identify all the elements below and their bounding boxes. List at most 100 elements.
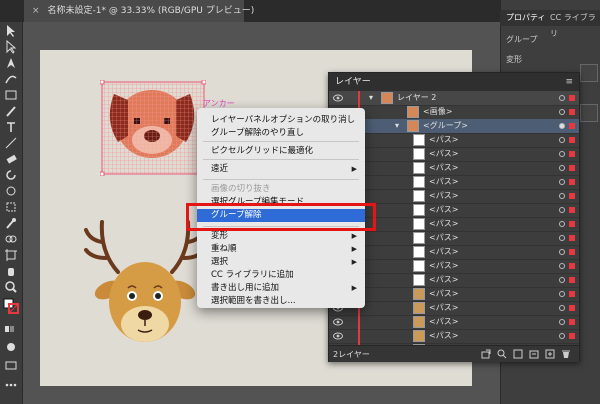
- document-tab[interactable]: × 名称未設定-1* @ 33.33% (RGB/GPU プレビュー): [24, 0, 254, 22]
- selection-indicator[interactable]: [569, 333, 575, 339]
- context-menu-item[interactable]: 遠近 ▶: [197, 163, 365, 176]
- trash-icon[interactable]: [561, 349, 571, 359]
- target-circle-icon[interactable]: [559, 291, 565, 297]
- new-sublayer-icon[interactable]: [529, 349, 539, 359]
- layer-row[interactable]: ▾ <グループ>: [329, 119, 579, 134]
- layer-row[interactable]: <パス>: [329, 189, 579, 204]
- type-tool-icon[interactable]: [4, 120, 18, 134]
- selection-indicator[interactable]: [569, 95, 575, 101]
- selection-indicator[interactable]: [569, 109, 575, 115]
- new-layer-icon[interactable]: [545, 349, 555, 359]
- color-mode-icon[interactable]: [4, 322, 18, 336]
- target-circle-icon[interactable]: [559, 263, 565, 269]
- expand-toggle-icon[interactable]: ▾: [395, 119, 399, 133]
- layer-row[interactable]: <パス>: [329, 315, 579, 330]
- selection-indicator[interactable]: [569, 137, 575, 143]
- hand-tool-icon[interactable]: [4, 264, 18, 278]
- layer-row[interactable]: <パス>: [329, 329, 579, 344]
- brush-tool-icon[interactable]: [4, 104, 18, 118]
- direct-selection-tool-icon[interactable]: [4, 39, 18, 54]
- target-circle-icon[interactable]: [559, 179, 565, 185]
- close-tab-icon[interactable]: ×: [32, 6, 40, 16]
- context-menu-item[interactable]: 重ね順 ▶: [197, 243, 365, 256]
- context-menu-item[interactable]: CC ライブラリに追加: [197, 269, 365, 282]
- warp-tool-icon[interactable]: [4, 184, 18, 198]
- selection-indicator[interactable]: [569, 221, 575, 227]
- target-circle-icon[interactable]: [559, 95, 565, 101]
- target-circle-icon[interactable]: [559, 109, 565, 115]
- context-menu-item[interactable]: 書き出し用に追加 ▶: [197, 282, 365, 295]
- layer-row[interactable]: <パス>: [329, 273, 579, 288]
- selection-indicator[interactable]: [569, 263, 575, 269]
- target-circle-icon[interactable]: [559, 123, 565, 129]
- deer-artwork[interactable]: [80, 212, 210, 362]
- dog-pixel-artwork[interactable]: [100, 80, 206, 176]
- target-circle-icon[interactable]: [559, 137, 565, 143]
- target-circle-icon[interactable]: [559, 207, 565, 213]
- eyedropper-tool-icon[interactable]: [4, 216, 18, 230]
- fill-stroke-icon[interactable]: [3, 298, 19, 314]
- selection-indicator[interactable]: [569, 207, 575, 213]
- locate-object-icon[interactable]: [497, 349, 507, 359]
- free-transform-tool-icon[interactable]: [4, 200, 18, 214]
- layer-row[interactable]: <パス>: [329, 287, 579, 302]
- target-circle-icon[interactable]: [559, 277, 565, 283]
- blend-tool-icon[interactable]: [4, 232, 18, 246]
- selection-indicator[interactable]: [569, 277, 575, 283]
- layer-row[interactable]: <パス>: [329, 231, 579, 246]
- selection-indicator[interactable]: [569, 291, 575, 297]
- selection-indicator[interactable]: [569, 319, 575, 325]
- context-menu-item[interactable]: 変形 ▶: [197, 230, 365, 243]
- eraser-tool-icon[interactable]: [4, 152, 18, 166]
- context-menu-item[interactable]: レイヤーパネルオプションの取り消し: [197, 114, 365, 127]
- pen-tool-icon[interactable]: [4, 56, 18, 70]
- layer-row[interactable]: <パス>: [329, 301, 579, 316]
- layer-row[interactable]: ▾ レイヤー 2: [329, 91, 579, 106]
- visibility-eye-icon[interactable]: [333, 332, 343, 340]
- layer-row[interactable]: <パス>: [329, 147, 579, 162]
- target-circle-icon[interactable]: [559, 151, 565, 157]
- rotate-tool-icon[interactable]: [4, 168, 18, 182]
- target-circle-icon[interactable]: [559, 305, 565, 311]
- target-circle-icon[interactable]: [559, 193, 565, 199]
- layer-row[interactable]: <パス>: [329, 175, 579, 190]
- export-icon[interactable]: [481, 349, 491, 359]
- target-circle-icon[interactable]: [559, 221, 565, 227]
- layer-row[interactable]: <パス>: [329, 161, 579, 176]
- selection-tool-icon[interactable]: [4, 24, 18, 38]
- selection-indicator[interactable]: [569, 235, 575, 241]
- target-circle-icon[interactable]: [559, 235, 565, 241]
- selection-indicator[interactable]: [569, 179, 575, 185]
- draw-mode-icon[interactable]: [4, 340, 18, 354]
- context-menu-item[interactable]: 選択範囲を書き出し...: [197, 295, 365, 308]
- expand-toggle-icon[interactable]: ▾: [369, 91, 373, 105]
- clipping-mask-icon[interactable]: [513, 349, 523, 359]
- curvature-tool-icon[interactable]: [4, 72, 18, 86]
- visibility-eye-icon[interactable]: [333, 94, 343, 102]
- context-menu-item[interactable]: 選択 ▶: [197, 256, 365, 269]
- selection-indicator[interactable]: [569, 165, 575, 171]
- zoom-tool-icon[interactable]: [4, 280, 18, 294]
- target-circle-icon[interactable]: [559, 319, 565, 325]
- panel-menu-icon[interactable]: ≡: [565, 77, 573, 87]
- layer-row[interactable]: <画像>: [329, 105, 579, 120]
- visibility-eye-icon[interactable]: [333, 318, 343, 326]
- screen-mode-icon[interactable]: [4, 358, 18, 372]
- target-circle-icon[interactable]: [559, 333, 565, 339]
- selection-indicator[interactable]: [569, 305, 575, 311]
- target-circle-icon[interactable]: [559, 165, 565, 171]
- selection-indicator[interactable]: [569, 151, 575, 157]
- more-tools-icon[interactable]: [4, 378, 18, 392]
- reference-point-widget[interactable]: [580, 64, 598, 82]
- layer-row[interactable]: <パス>: [329, 259, 579, 274]
- tab-cc-libraries[interactable]: CC ライブラリ: [546, 10, 600, 38]
- layer-row[interactable]: <パス>: [329, 245, 579, 260]
- layer-row[interactable]: <パス>: [329, 133, 579, 148]
- context-menu-item[interactable]: ピクセルグリッドに最適化: [197, 145, 365, 158]
- line-tool-icon[interactable]: [4, 136, 18, 150]
- selection-indicator[interactable]: [569, 249, 575, 255]
- layers-panel-title[interactable]: レイヤー: [335, 73, 371, 91]
- target-circle-icon[interactable]: [559, 249, 565, 255]
- transform-field[interactable]: [580, 104, 598, 122]
- artboard-tool-icon[interactable]: [4, 248, 18, 262]
